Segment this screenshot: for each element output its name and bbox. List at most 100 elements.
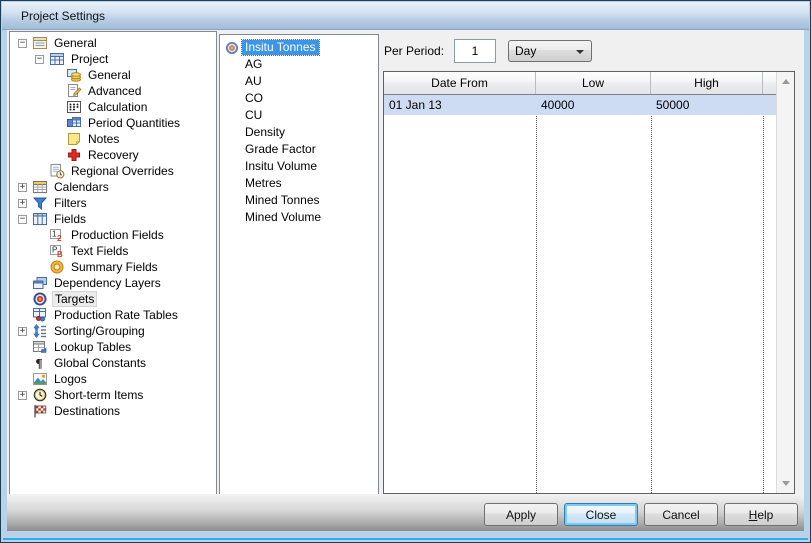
chevron-down-icon	[576, 50, 584, 54]
close-button[interactable]: Close	[564, 503, 638, 526]
filter-icon	[32, 195, 48, 211]
expand-icon[interactable]: +	[18, 183, 27, 192]
list-item-ag[interactable]: AG	[220, 56, 378, 73]
svg-text:B: B	[57, 250, 63, 259]
scroll-down-button[interactable]	[777, 475, 794, 492]
target-field-list-panel: Insitu TonnesAGAU COCUDensityGrade Factor…	[219, 34, 379, 495]
tree-item-short-term-items[interactable]: +Short-term Items	[10, 387, 216, 403]
clock-icon	[32, 387, 48, 403]
list-item-insitu-tonnes[interactable]: Insitu Tonnes	[220, 39, 378, 56]
collapse-icon[interactable]: −	[18, 215, 27, 224]
list-item-label: CO	[242, 91, 266, 106]
expander-slot	[52, 83, 66, 99]
tree-item-lookup-tables[interactable]: Lookup Tables	[10, 339, 216, 355]
cell-low[interactable]: 40000	[536, 95, 651, 115]
tree-item-label: Summary Fields	[69, 260, 160, 274]
list-item-mined-tonnes[interactable]: Mined Tonnes	[220, 192, 378, 209]
scroll-up-button[interactable]	[777, 73, 794, 90]
list-item-icon-slot	[224, 40, 242, 56]
tree-item-dependency-layers[interactable]: Dependency Layers	[10, 275, 216, 291]
triangle-up-icon	[782, 79, 790, 84]
tree-item-label: Fields	[52, 212, 88, 226]
list-item-cu[interactable]: CU	[220, 107, 378, 124]
tree-item-fields[interactable]: − Fields	[10, 211, 216, 227]
per-period-count-input[interactable]	[454, 39, 496, 63]
list-item-metres[interactable]: Metres	[220, 175, 378, 192]
tree-item-regional-overrides[interactable]: Regional Overrides	[10, 163, 216, 179]
tree-item-sorting-grouping[interactable]: + Sorting/Grouping	[10, 323, 216, 339]
tree-item-project[interactable]: − Project	[10, 51, 216, 67]
cell-date-from[interactable]: 01 Jan 13	[384, 95, 536, 115]
target-icon	[32, 291, 48, 307]
tree-item-label: Project	[69, 52, 110, 66]
tree-item-text-fields[interactable]: PBText Fields	[10, 243, 216, 259]
apply-button[interactable]: Apply	[484, 503, 558, 526]
tree-item-summary-fields[interactable]: Summary Fields	[10, 259, 216, 275]
table-row[interactable]: 01 Jan 134000050000	[384, 95, 777, 115]
expander-slot	[35, 227, 49, 243]
list-item-insitu-volume[interactable]: Insitu Volume	[220, 158, 378, 175]
general-coins-icon	[66, 67, 82, 83]
column-divider	[763, 95, 764, 493]
target-small-icon	[224, 40, 240, 56]
tree-item-calculation[interactable]: Calculation	[10, 99, 216, 115]
expander-slot	[52, 99, 66, 115]
tree-item-label: Lookup Tables	[52, 340, 133, 354]
collapse-icon[interactable]: −	[35, 55, 44, 64]
targets-table-body[interactable]: 01 Jan 134000050000	[384, 95, 777, 493]
target-field-list: Insitu TonnesAGAU COCUDensityGrade Factor…	[220, 35, 378, 226]
cancel-button[interactable]: Cancel	[644, 503, 718, 526]
dependency-layers-icon	[32, 275, 48, 291]
tree-item-general[interactable]: − General	[10, 35, 216, 51]
expander-slot: −	[35, 51, 49, 67]
tree-item-production-fields[interactable]: 12Production Fields	[10, 227, 216, 243]
titlebar[interactable]: Project Settings	[2, 2, 809, 30]
expander-slot	[18, 339, 32, 355]
list-item-density[interactable]: Density	[220, 124, 378, 141]
tree-item-filters[interactable]: + Filters	[10, 195, 216, 211]
per-period-unit-select[interactable]: Day	[508, 40, 592, 62]
targets-table-header: Date FromLowHigh	[384, 72, 777, 95]
list-item-label: Insitu Tonnes	[242, 40, 319, 55]
cell-high[interactable]: 50000	[651, 95, 763, 115]
tree-item-advanced[interactable]: Advanced	[10, 83, 216, 99]
list-item-label: AU	[242, 74, 265, 89]
collapse-icon[interactable]: −	[18, 39, 27, 48]
footer-buttons: Apply Close Cancel Help	[484, 503, 798, 526]
tree-item-destinations[interactable]: Destinations	[10, 403, 216, 419]
tree-item-label: Sorting/Grouping	[52, 324, 147, 338]
column-header-filler	[763, 72, 777, 94]
tree-item-general[interactable]: General	[10, 67, 216, 83]
list-item-grade-factor[interactable]: Grade Factor	[220, 141, 378, 158]
column-header-low[interactable]: Low	[536, 72, 651, 94]
tree-item-label: Production Fields	[69, 228, 166, 242]
tree-item-production-rate-tables[interactable]: Production Rate Tables	[10, 307, 216, 323]
vertical-scrollbar[interactable]	[776, 72, 794, 493]
tree-item-label: Filters	[52, 196, 89, 210]
list-item-au[interactable]: AU	[220, 73, 378, 90]
tree-item-period-quantities[interactable]: Period Quantities	[10, 115, 216, 131]
column-header-date-from[interactable]: Date From	[384, 72, 536, 94]
tree-item-notes[interactable]: Notes	[10, 131, 216, 147]
tree-item-global-constants[interactable]: ¶Global Constants	[10, 355, 216, 371]
dialog-client-area: −General−ProjectGeneralAdvancedCalculati…	[7, 30, 804, 531]
expand-icon[interactable]: +	[18, 327, 27, 336]
list-item-mined-volume[interactable]: Mined Volume	[220, 209, 378, 226]
expand-icon[interactable]: +	[18, 391, 27, 400]
tree-item-label: Logos	[52, 372, 89, 386]
help-button[interactable]: Help	[724, 503, 798, 526]
column-header-high[interactable]: High	[651, 72, 763, 94]
tree-item-logos[interactable]: Logos	[10, 371, 216, 387]
expander-slot	[18, 291, 32, 307]
tree-item-recovery[interactable]: Recovery	[10, 147, 216, 163]
expander-slot: +	[18, 179, 32, 195]
svg-text:¶: ¶	[36, 356, 43, 371]
tree-item-label: General	[52, 36, 99, 50]
expander-slot	[35, 259, 49, 275]
expander-slot: −	[18, 35, 32, 51]
tree-item-label: Regional Overrides	[69, 164, 176, 178]
tree-item-targets[interactable]: Targets	[10, 291, 216, 307]
tree-item-calendars[interactable]: +Calendars	[10, 179, 216, 195]
expand-icon[interactable]: +	[18, 199, 27, 208]
list-item-co[interactable]: CO	[220, 90, 378, 107]
